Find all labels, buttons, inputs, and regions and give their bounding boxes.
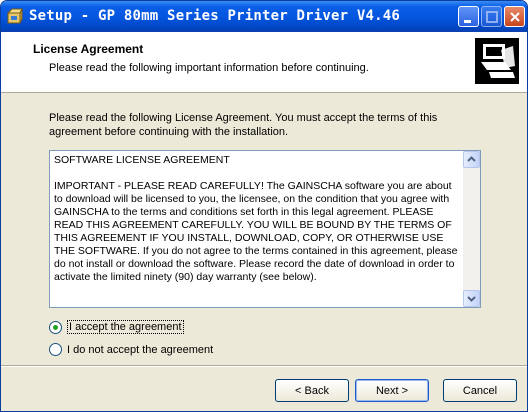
maximize-button[interactable] bbox=[481, 6, 502, 27]
close-button[interactable] bbox=[504, 6, 525, 27]
setup-window: Setup - GP 80mm Series Printer Driver V4… bbox=[0, 0, 528, 412]
footer-divider bbox=[1, 365, 527, 367]
wizard-header: License Agreement Please read the follow… bbox=[1, 32, 527, 93]
scroll-down-button[interactable] bbox=[463, 290, 480, 307]
accept-radio-button[interactable] bbox=[49, 320, 62, 334]
chevron-up-icon bbox=[467, 156, 476, 162]
license-instructions: Please read the following License Agreem… bbox=[49, 112, 438, 138]
installer-computer-icon bbox=[475, 38, 519, 84]
license-scrollbar[interactable] bbox=[463, 151, 480, 307]
decline-radio-button[interactable] bbox=[49, 343, 62, 356]
chevron-down-icon bbox=[467, 296, 476, 302]
license-text: SOFTWARE LICENSE AGREEMENT IMPORTANT - P… bbox=[54, 154, 458, 283]
maximize-icon bbox=[486, 11, 498, 23]
title-bar[interactable]: Setup - GP 80mm Series Printer Driver V4… bbox=[1, 1, 527, 32]
decline-radio-option[interactable]: I do not accept the agreement bbox=[49, 343, 213, 356]
page-subtitle: Please read the following important info… bbox=[49, 62, 369, 74]
minimize-icon bbox=[464, 20, 471, 23]
page-title: License Agreement bbox=[33, 42, 144, 56]
minimize-button[interactable] bbox=[458, 6, 479, 27]
next-button[interactable]: Next > bbox=[355, 379, 429, 402]
setup-box-icon bbox=[7, 8, 23, 24]
accept-radio-option[interactable]: I accept the agreement bbox=[49, 320, 184, 334]
back-button[interactable]: < Back bbox=[275, 379, 349, 402]
cancel-button[interactable]: Cancel bbox=[443, 379, 517, 402]
scroll-up-button[interactable] bbox=[463, 151, 480, 168]
window-title: Setup - GP 80mm Series Printer Driver V4… bbox=[29, 8, 401, 24]
license-textbox[interactable]: SOFTWARE LICENSE AGREEMENT IMPORTANT - P… bbox=[49, 150, 481, 308]
decline-radio-label[interactable]: I do not accept the agreement bbox=[67, 344, 213, 356]
radio-selected-dot bbox=[53, 324, 58, 330]
close-icon bbox=[510, 12, 520, 22]
accept-radio-label[interactable]: I accept the agreement bbox=[67, 320, 184, 334]
